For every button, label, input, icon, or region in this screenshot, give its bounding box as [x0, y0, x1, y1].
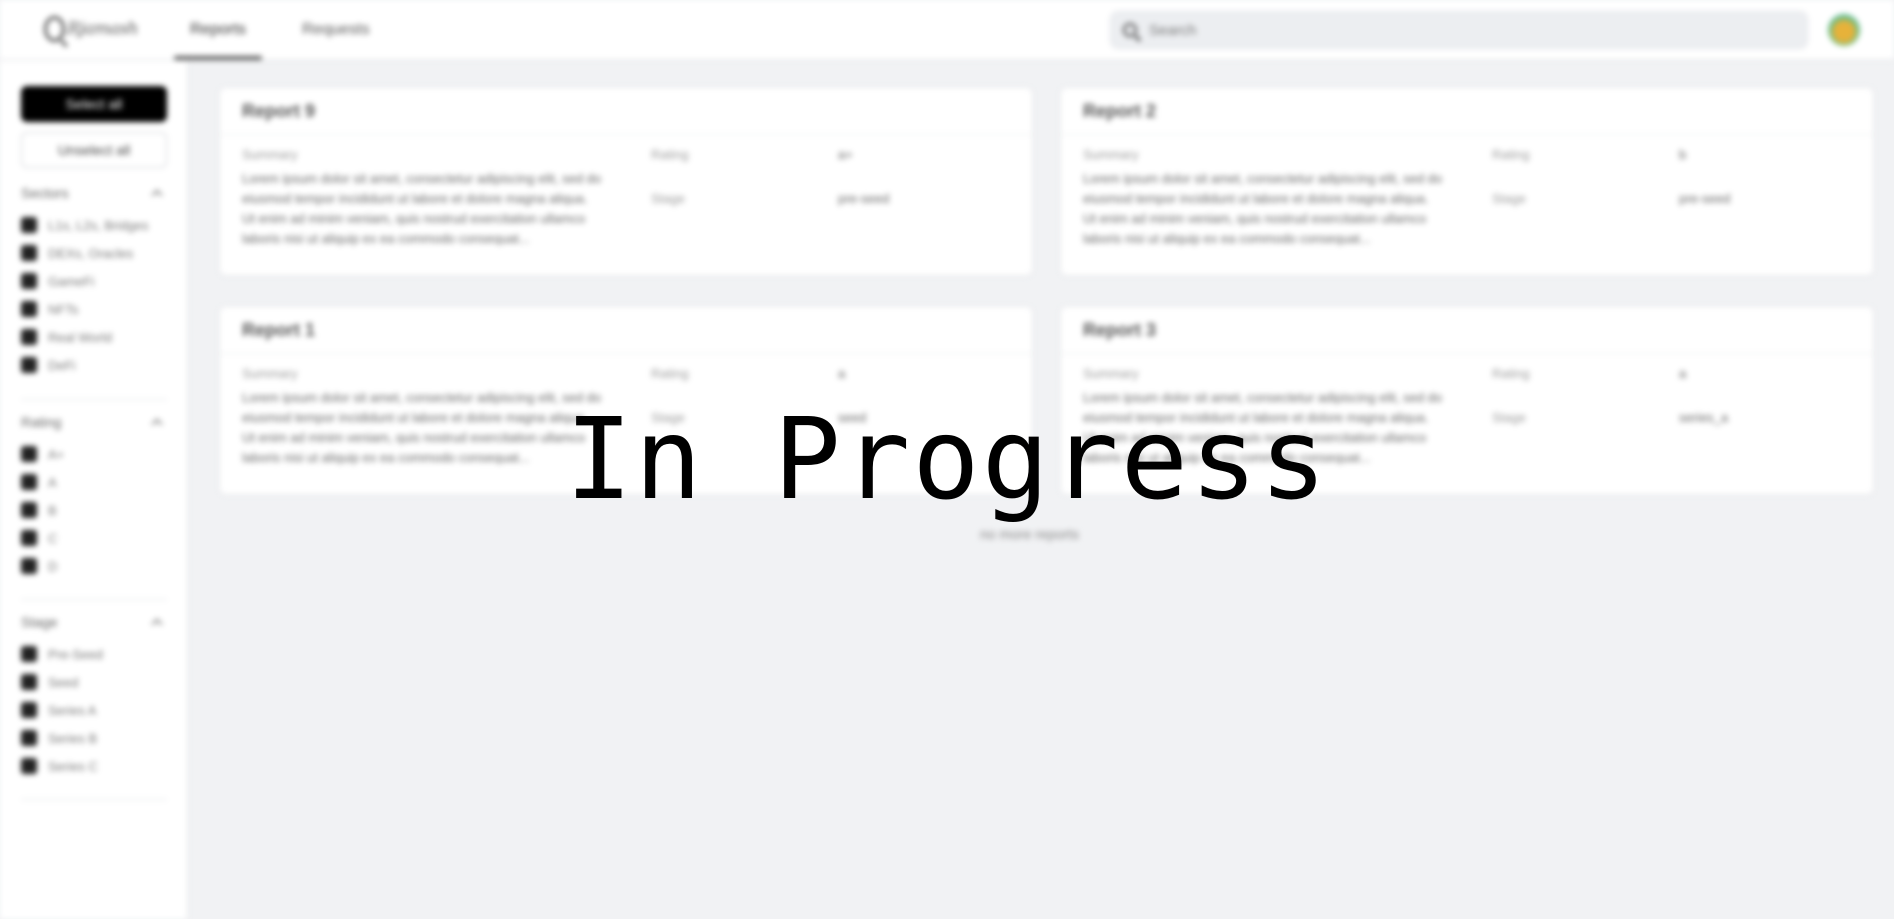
divider [21, 799, 167, 800]
filter-option-label: L1s, L2s, Bridges [48, 217, 149, 233]
checkbox[interactable] [21, 301, 37, 317]
checkbox[interactable] [21, 646, 37, 662]
checkbox[interactable] [21, 674, 37, 690]
checkbox[interactable] [21, 558, 37, 574]
filter-option-label: Series C [48, 758, 98, 774]
report-body: Summary Lorem ipsum dolor sit amet, cons… [1061, 135, 1873, 275]
chevron-up-icon[interactable] [151, 189, 163, 201]
filter-group-header[interactable]: Stage [21, 612, 167, 632]
search-bar[interactable] [1110, 11, 1808, 49]
stage-label: Stage [651, 191, 685, 206]
filter-group-sectors: Sectors L1s, L2s, Bridges DEXs, Oracles … [21, 183, 167, 379]
checkbox[interactable] [21, 273, 37, 289]
stage-value: pre-seed [838, 191, 890, 206]
filter-option[interactable]: NFTs [21, 295, 167, 323]
filter-option[interactable]: GameFi [21, 267, 167, 295]
stage-label: Stage [1492, 191, 1526, 206]
filter-option[interactable]: Series B [21, 724, 167, 752]
tab-reports[interactable]: Reports [173, 0, 263, 60]
checkbox[interactable] [21, 730, 37, 746]
filter-option[interactable]: Series C [21, 752, 167, 780]
report-title[interactable]: Report 2 [1061, 88, 1873, 135]
filter-option-label: DEXs, Oracles [48, 245, 134, 261]
report-title[interactable]: Report 1 [220, 307, 1032, 354]
unselect-all-button[interactable]: Unselect all [21, 132, 167, 168]
filter-option-label: Pre-Seed [48, 646, 103, 662]
filter-option[interactable]: L1s, L2s, Bridges [21, 211, 167, 239]
no-more-reports: no more reports [980, 526, 1079, 542]
checkbox[interactable] [21, 245, 37, 261]
filter-option-label: NFTs [48, 301, 79, 317]
checkbox[interactable] [21, 329, 37, 345]
search-icon [1123, 23, 1137, 37]
filter-group-title: Stage [21, 614, 58, 630]
divider [21, 599, 167, 600]
filter-option[interactable]: D [21, 552, 167, 580]
rating-label: Rating [651, 147, 689, 162]
rating-value: b [1679, 147, 1687, 162]
avatar[interactable] [1828, 14, 1860, 46]
filter-option-label: GameFi [48, 273, 95, 289]
summary-label: Summary [242, 366, 298, 381]
rating-value: a+ [838, 147, 853, 162]
chevron-up-icon[interactable] [151, 618, 163, 630]
stage-value: pre-seed [1679, 191, 1731, 206]
rating-label: Rating [1492, 366, 1530, 381]
filter-option-label: D [48, 558, 58, 574]
filter-option[interactable]: C [21, 524, 167, 552]
select-all-button[interactable]: Select all [21, 86, 167, 122]
summary-text: Lorem ipsum dolor sit amet, consectetur … [1083, 171, 1443, 246]
filter-option-label: DeFi [48, 357, 76, 373]
filter-option-label: Series A [48, 702, 97, 718]
top-bar: Rjamash Reports Requests [0, 0, 1894, 60]
report-body: Summary Lorem ipsum dolor sit amet, cons… [220, 135, 1032, 275]
divider [21, 399, 167, 400]
checkbox[interactable] [21, 702, 37, 718]
checkbox[interactable] [21, 357, 37, 373]
report-card[interactable]: Report 9 Summary Lorem ipsum dolor sit a… [219, 87, 1033, 276]
report-card[interactable]: Report 2 Summary Lorem ipsum dolor sit a… [1060, 87, 1874, 276]
search-input[interactable] [1149, 21, 1789, 39]
checkbox[interactable] [21, 530, 37, 546]
filter-option[interactable]: DeFi [21, 351, 167, 379]
summary-label: Summary [1083, 366, 1139, 381]
filter-option-label: Real World [48, 329, 113, 345]
summary-label: Summary [242, 147, 298, 162]
checkbox[interactable] [21, 217, 37, 233]
report-title[interactable]: Report 3 [1061, 307, 1873, 354]
filter-option-label: Series B [48, 730, 98, 746]
filter-option[interactable]: DEXs, Oracles [21, 239, 167, 267]
logo-text: Rjamash [67, 19, 138, 39]
rating-label: Rating [1492, 147, 1530, 162]
rating-label: Rating [651, 366, 689, 381]
logo-icon [44, 16, 66, 42]
filter-option[interactable]: Seed [21, 668, 167, 696]
filter-option-label: Seed [48, 674, 79, 690]
filter-group-stage: Stage Pre-Seed Seed Series A Series B Se… [21, 612, 167, 780]
filter-option[interactable]: Series A [21, 696, 167, 724]
filter-option[interactable]: Real World [21, 323, 167, 351]
summary-text: Lorem ipsum dolor sit amet, consectetur … [242, 171, 602, 246]
in-progress-overlay: In Progress [565, 395, 1329, 525]
rating-value: a [1679, 366, 1687, 381]
checkbox[interactable] [21, 758, 37, 774]
filter-group-header[interactable]: Sectors [21, 183, 167, 203]
tab-requests[interactable]: Requests [302, 0, 370, 60]
filter-group-title: Sectors [21, 185, 69, 201]
rating-value: a [838, 366, 846, 381]
logo[interactable]: Rjamash [44, 14, 138, 44]
report-title[interactable]: Report 9 [220, 88, 1032, 135]
filter-option[interactable]: Pre-Seed [21, 640, 167, 668]
summary-label: Summary [1083, 147, 1139, 162]
filter-option-label: C [48, 530, 58, 546]
